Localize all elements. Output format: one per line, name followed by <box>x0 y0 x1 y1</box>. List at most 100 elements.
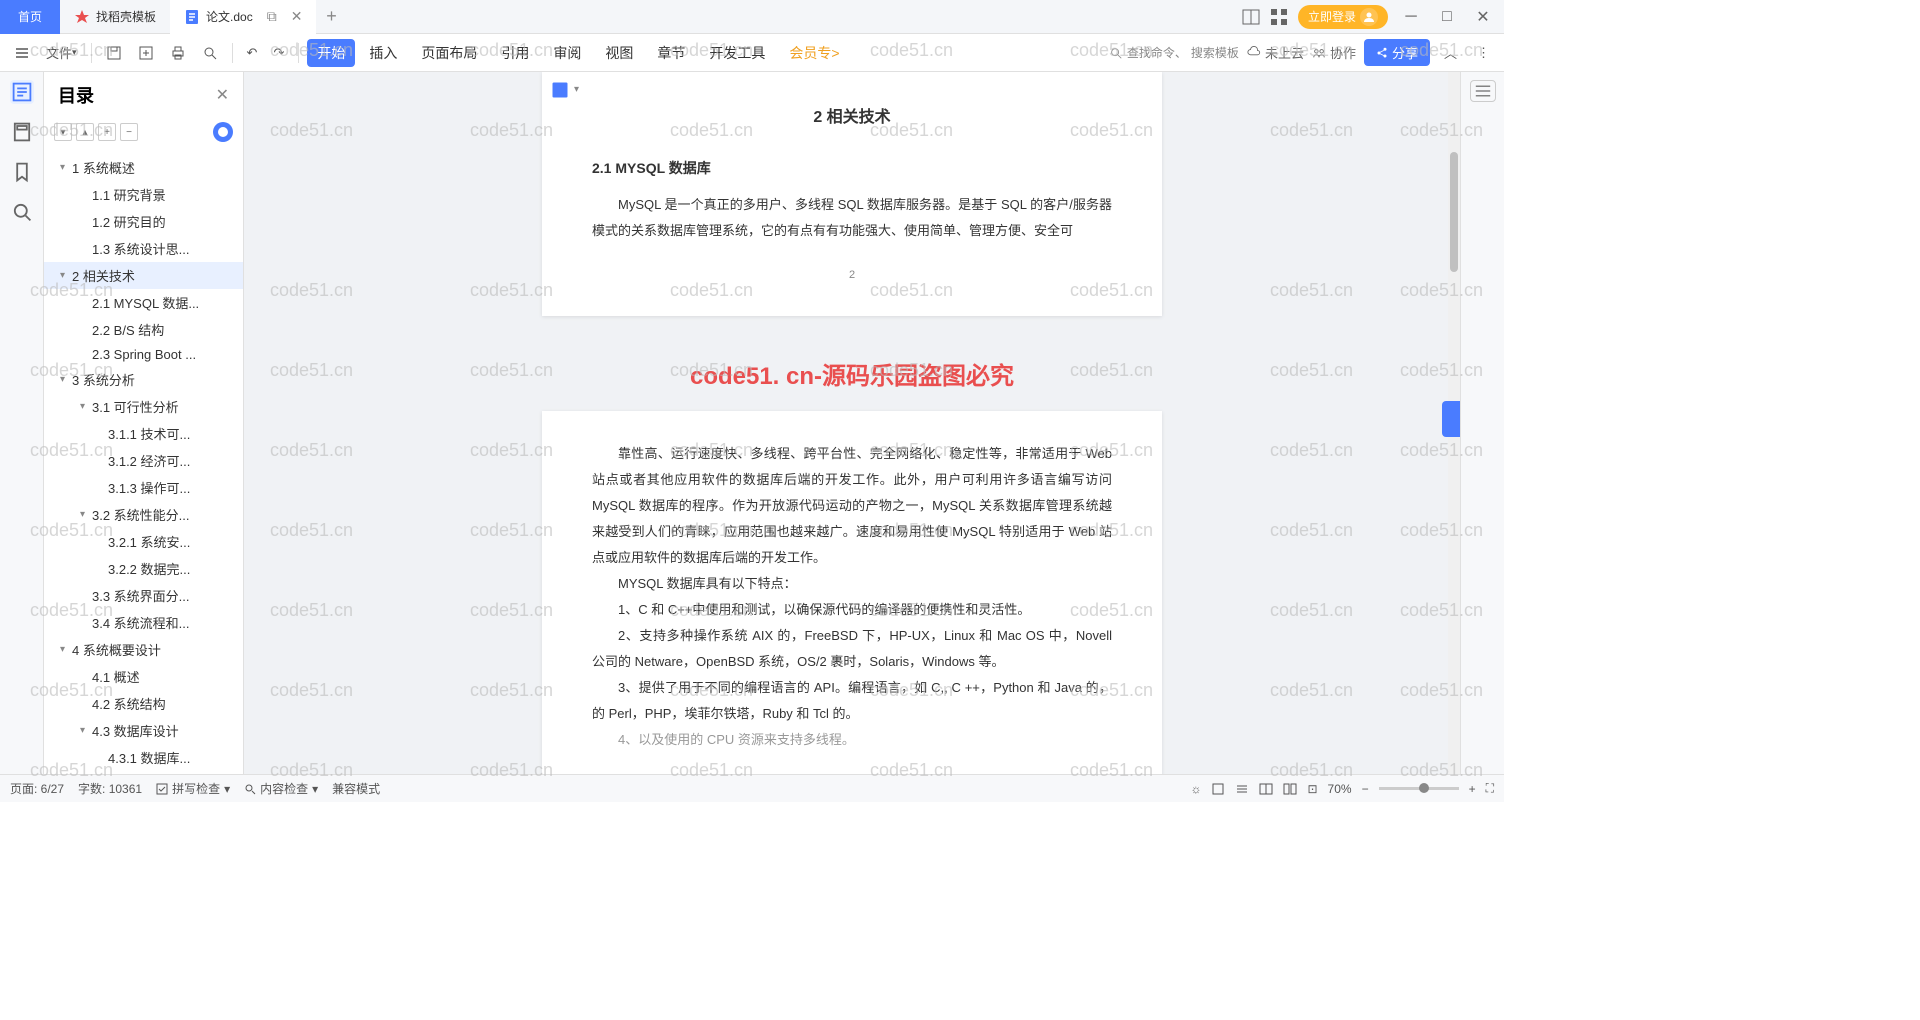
collab-button[interactable]: 协作 <box>1312 43 1356 62</box>
saveas-icon[interactable] <box>132 41 160 65</box>
outline-item[interactable]: 2.2 B/S 结构 <box>44 316 243 343</box>
outline-item[interactable]: 1.2 研究目的 <box>44 208 243 235</box>
doc-paragraph: MySQL 是一个真正的多用户、多线程 SQL 数据库服务器。是基于 SQL 的… <box>592 192 1112 244</box>
zoom-mode-icon[interactable]: ⊡ <box>1307 782 1317 796</box>
outline-item[interactable]: ▾1 系统概述 <box>44 154 243 181</box>
redo-icon[interactable]: ↷ <box>267 41 290 65</box>
cloud-status[interactable]: 未上云 <box>1247 43 1304 62</box>
view-web-icon[interactable] <box>1283 782 1297 796</box>
remove-heading-icon[interactable]: − <box>120 123 138 141</box>
outline-item[interactable]: 2.1 MYSQL 数据... <box>44 289 243 316</box>
doc-paragraph: MYSQL 数据库具有以下特点： <box>592 571 1112 597</box>
spellcheck-button[interactable]: 拼写检查 ▾ <box>156 780 230 797</box>
toolbar-chevron-icon[interactable]: ︿ <box>1438 39 1463 66</box>
login-button[interactable]: 立即登录 <box>1298 5 1388 29</box>
collapse-all-icon[interactable]: ▾ <box>54 123 72 141</box>
zoom-out-icon[interactable]: − <box>1362 782 1369 796</box>
outline-item[interactable]: 4.2 系统结构 <box>44 690 243 717</box>
outline-item[interactable]: ▾2 相关技术 <box>44 262 243 289</box>
search-cmd-label: 查找命令、 <box>1127 44 1187 61</box>
settings-rail-icon[interactable] <box>1470 80 1496 102</box>
template-icon <box>74 9 90 25</box>
login-label: 立即登录 <box>1308 8 1356 25</box>
tab-dup-icon[interactable]: ⧉ <box>267 8 277 25</box>
menu-devtools[interactable]: 开发工具 <box>699 39 775 67</box>
tab-add[interactable]: + <box>316 0 346 34</box>
outline-item[interactable]: 3.4 系统流程和... <box>44 609 243 636</box>
tab-document[interactable]: 论文.doc ⧉ ✕ <box>170 0 316 34</box>
print-icon[interactable] <box>164 41 192 65</box>
tab-template[interactable]: 找稻壳模板 <box>60 0 170 34</box>
outline-item[interactable]: ▾4 系统概要设计 <box>44 636 243 663</box>
outline-item[interactable]: ▾4.3 数据库设计 <box>44 717 243 744</box>
view-page-icon[interactable] <box>1211 782 1225 796</box>
menu-view[interactable]: 视图 <box>595 39 643 67</box>
search-rail-icon[interactable] <box>10 200 34 224</box>
menu-layout[interactable]: 页面布局 <box>411 39 487 67</box>
share-button[interactable]: 分享 <box>1364 39 1430 66</box>
file-menu[interactable]: 文件 ▾ <box>40 39 83 66</box>
menu-insert[interactable]: 插入 <box>359 39 407 67</box>
outline-item[interactable]: 3.1.2 经济可... <box>44 447 243 474</box>
menu-start[interactable]: 开始 <box>307 39 355 67</box>
compat-mode[interactable]: 兼容模式 <box>332 780 380 797</box>
maximize-icon[interactable]: □ <box>1434 4 1460 30</box>
outline-item[interactable]: 1.1 研究背景 <box>44 181 243 208</box>
menu-vip[interactable]: 会员专> <box>779 39 849 67</box>
outline-close-icon[interactable]: ✕ <box>216 85 229 105</box>
add-heading-icon[interactable]: + <box>98 123 116 141</box>
document-area[interactable]: ▾ 2 相关技术 2.1 MYSQL 数据库 MySQL 是一个真正的多用户、多… <box>244 72 1460 774</box>
tab-close-icon[interactable]: ✕ <box>291 8 303 25</box>
fullscreen-icon[interactable]: ⛶ <box>1486 781 1494 796</box>
zoom-level[interactable]: 70% <box>1328 782 1352 796</box>
menu-chapter[interactable]: 章节 <box>647 39 695 67</box>
undo-icon[interactable]: ↶ <box>241 41 264 65</box>
doc-paragraph: 2、支持多种操作系统 AIX 的，FreeBSD 下，HP-UX，Linux 和… <box>592 623 1112 675</box>
apps-icon[interactable] <box>1270 8 1288 26</box>
outline-title: 目录 <box>58 82 94 108</box>
brightness-icon[interactable]: ☼ <box>1190 782 1201 796</box>
outline-item[interactable]: ▾3 系统分析 <box>44 366 243 393</box>
save-icon[interactable] <box>100 41 128 65</box>
menu-review[interactable]: 审阅 <box>543 39 591 67</box>
outline-item[interactable]: 3.1.3 操作可... <box>44 474 243 501</box>
content-check-button[interactable]: 内容检查 ▾ <box>244 780 318 797</box>
doc-paragraph: 1、C 和 C++中使用和测试，以确保源代码的编译器的便携性和灵活性。 <box>592 597 1112 623</box>
layout-icon[interactable] <box>1242 8 1260 26</box>
bookmark-rail-icon[interactable] <box>10 160 34 184</box>
outline-item[interactable]: 3.2.2 数据完... <box>44 555 243 582</box>
page-indicator[interactable]: 页面: 6/27 <box>10 780 64 797</box>
float-expand-icon[interactable] <box>1442 401 1460 437</box>
outline-item[interactable]: ▾3.1 可行性分析 <box>44 393 243 420</box>
close-icon[interactable]: ✕ <box>1470 4 1496 30</box>
toolbar-more-icon[interactable]: ⋮ <box>1471 41 1496 65</box>
view-read-icon[interactable] <box>1259 782 1273 796</box>
word-count[interactable]: 字数: 10361 <box>78 780 142 797</box>
preview-icon[interactable] <box>196 41 224 65</box>
outline-item[interactable]: 4.1 概述 <box>44 663 243 690</box>
minimize-icon[interactable]: ─ <box>1398 4 1424 30</box>
tab-home[interactable]: 首页 <box>0 0 60 34</box>
page-format-chevron-icon[interactable]: ▾ <box>574 80 579 100</box>
outline-item[interactable]: 4.3.1 数据库... <box>44 744 243 771</box>
thumbnail-rail-icon[interactable] <box>10 120 34 144</box>
expand-all-icon[interactable]: ▴ <box>76 123 94 141</box>
page-2: ▾ 2 相关技术 2.1 MYSQL 数据库 MySQL 是一个真正的多用户、多… <box>542 72 1162 316</box>
view-outline-icon[interactable] <box>1235 782 1249 796</box>
outline-item[interactable]: 3.1.1 技术可... <box>44 420 243 447</box>
outline-panel: 目录 ✕ ▾ ▴ + − ▾1 系统概述1.1 研究背景1.2 研究目的1.3 … <box>44 72 244 774</box>
outline-item[interactable]: 3.3 系统界面分... <box>44 582 243 609</box>
menu-reference[interactable]: 引用 <box>491 39 539 67</box>
search-commands[interactable]: 查找命令、 搜索模板 <box>1109 44 1239 61</box>
menu-icon[interactable] <box>8 41 36 65</box>
outline-rail-icon[interactable] <box>10 80 34 104</box>
outline-item[interactable]: 3.2.1 系统安... <box>44 528 243 555</box>
outline-item[interactable]: 2.3 Spring Boot ... <box>44 343 243 366</box>
page-format-icon[interactable] <box>550 80 570 100</box>
zoom-slider[interactable] <box>1379 787 1459 790</box>
outline-item[interactable]: 1.3 系统设计思... <box>44 235 243 262</box>
outline-ai-icon[interactable] <box>213 122 233 142</box>
zoom-in-icon[interactable]: + <box>1469 782 1476 796</box>
main-area: 目录 ✕ ▾ ▴ + − ▾1 系统概述1.1 研究背景1.2 研究目的1.3 … <box>0 72 1504 774</box>
outline-item[interactable]: ▾3.2 系统性能分... <box>44 501 243 528</box>
